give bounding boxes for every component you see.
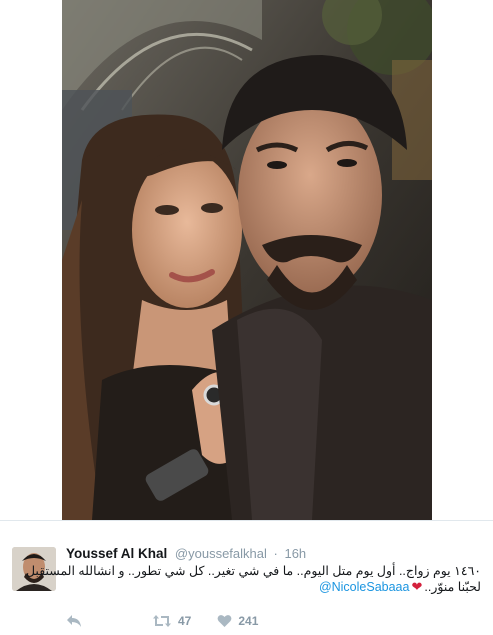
mention-link[interactable]: @NicoleSabaaa [319, 580, 410, 594]
user-handle[interactable]: @youssefalkhal [175, 546, 267, 561]
tweet-text-line-2: لحبّنا منوّر..❤@NicoleSabaaa [66, 579, 481, 595]
tweet-timestamp[interactable]: 16h [284, 546, 306, 561]
heart-icon [217, 615, 232, 627]
reply-icon [67, 615, 81, 627]
tweet-text: ١٤٦٠ يوم زواج.. أول يوم متل اليوم.. ما ف… [25, 563, 481, 595]
separator-dot: · [273, 546, 278, 561]
tweet-photo[interactable] [62, 0, 432, 520]
retweet-icon [153, 615, 171, 627]
like-count: 241 [238, 614, 259, 628]
reply-button[interactable] [66, 614, 82, 628]
tweet-card: Youssef Al Khal @youssefalkhal · 16h ١٤٦… [0, 520, 493, 635]
tweet-header: Youssef Al Khal @youssefalkhal · 16h [66, 546, 485, 561]
tweet-actions: 47 241 [66, 612, 258, 630]
heart-emoji: ❤ [411, 579, 423, 594]
display-name[interactable]: Youssef Al Khal [66, 546, 167, 561]
tweet-text-line-2-prefix: لحبّنا منوّر.. [424, 580, 481, 594]
retweet-button[interactable]: 47 [152, 614, 191, 628]
like-button[interactable]: 241 [217, 614, 258, 628]
retweet-count: 47 [178, 614, 192, 628]
tweet-text-line-1: ١٤٦٠ يوم زواج.. أول يوم متل اليوم.. ما ف… [25, 564, 481, 578]
